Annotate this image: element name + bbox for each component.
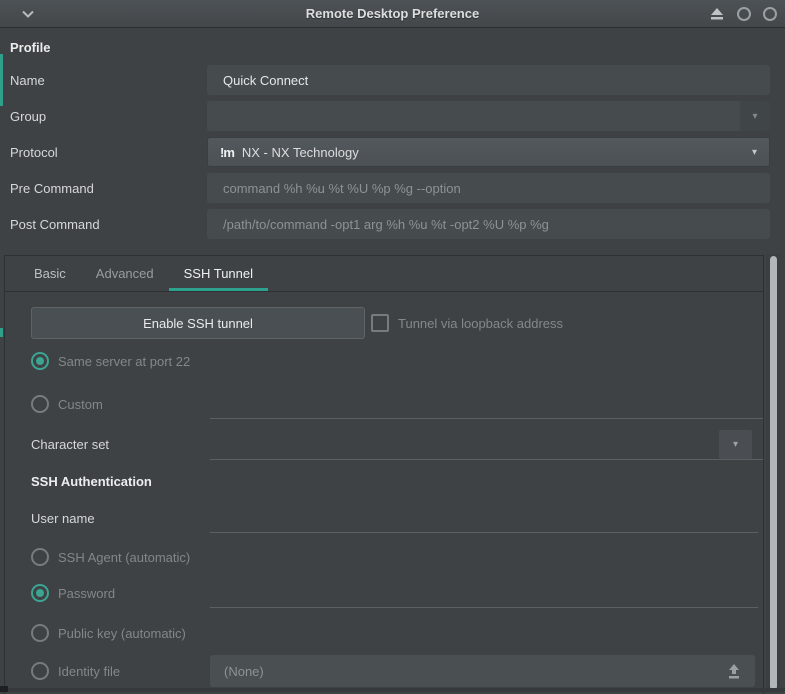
window-controls: [709, 0, 777, 28]
post-command-input[interactable]: [207, 209, 770, 239]
pre-command-row: Pre Command: [10, 173, 770, 203]
password-input[interactable]: [210, 578, 758, 608]
public-key-label: Public key (automatic): [58, 625, 186, 641]
username-row: User name: [31, 503, 763, 533]
identity-file-row: Identity file (None): [31, 655, 763, 687]
identity-file-label: Identity file: [58, 663, 121, 679]
custom-server-input[interactable]: [210, 389, 763, 419]
window-bottom-edge: [0, 688, 785, 692]
profile-heading: Profile: [10, 40, 51, 55]
protocol-label: Protocol: [10, 144, 58, 160]
nx-protocol-icon: !m: [220, 144, 235, 160]
close-button[interactable]: [763, 7, 777, 21]
tunnel-enable-row: Enable SSH tunnel Tunnel via loopback ad…: [31, 307, 763, 339]
password-label: Password: [58, 585, 116, 601]
username-input[interactable]: [210, 503, 758, 533]
custom-label: Custom: [58, 396, 103, 412]
group-label: Group: [10, 108, 47, 124]
charset-combobox[interactable]: ▾: [210, 429, 763, 460]
group-dropdown-arrow-icon[interactable]: ▾: [740, 101, 770, 131]
window-corner-speck: [0, 686, 8, 692]
identity-file-chooser[interactable]: (None): [210, 655, 755, 687]
name-input[interactable]: [207, 65, 770, 95]
ssh-auth-heading: SSH Authentication: [31, 474, 152, 489]
settings-notebook: Basic Advanced SSH Tunnel Enable SSH tun…: [4, 255, 764, 694]
shade-button[interactable]: [709, 8, 725, 20]
enable-ssh-tunnel-button[interactable]: Enable SSH tunnel: [31, 307, 365, 339]
custom-radio[interactable]: [31, 395, 49, 413]
ssh-agent-radio[interactable]: [31, 548, 49, 566]
scrollbar-thumb[interactable]: [770, 256, 777, 690]
post-command-row: Post Command: [10, 209, 770, 239]
password-row: Password: [31, 578, 763, 608]
protocol-dropdown-arrow-icon: ▾: [751, 146, 757, 158]
charset-dropdown-button[interactable]: ▾: [719, 429, 752, 459]
public-key-radio[interactable]: [31, 624, 49, 642]
window-menu-button[interactable]: [20, 6, 36, 22]
chevron-down-icon: [22, 10, 34, 18]
ssh-agent-label: SSH Agent (automatic): [58, 549, 191, 565]
charset-label: Character set: [31, 437, 110, 452]
loopback-checkbox[interactable]: [371, 314, 389, 332]
loopback-label: Tunnel via loopback address: [398, 315, 564, 331]
protocol-value: NX - NX Technology: [241, 144, 359, 160]
tab-advanced[interactable]: Advanced: [81, 256, 169, 291]
identity-file-radio[interactable]: [31, 662, 49, 680]
tab-basic[interactable]: Basic: [19, 256, 81, 291]
same-server-label: Same server at port 22: [58, 353, 191, 369]
name-label: Name: [10, 72, 45, 88]
titlebar: Remote Desktop Preference: [0, 0, 785, 28]
ssh-tunnel-page: Enable SSH tunnel Tunnel via loopback ad…: [5, 292, 763, 687]
maximize-button[interactable]: [737, 7, 751, 21]
profile-section: Profile Name Group ▾ Protocol !m NX - NX…: [0, 28, 785, 239]
custom-server-row: Custom: [31, 389, 763, 419]
pre-command-input[interactable]: [207, 173, 770, 203]
pre-command-label: Pre Command: [10, 180, 94, 196]
same-server-radio-row[interactable]: Same server at port 22: [31, 351, 763, 371]
tab-bar: Basic Advanced SSH Tunnel: [5, 256, 763, 292]
protocol-dropdown[interactable]: !m NX - NX Technology ▾: [207, 137, 770, 167]
window-title: Remote Desktop Preference: [305, 6, 480, 21]
charset-row: Character set ▾: [31, 429, 763, 460]
same-server-radio[interactable]: [31, 352, 49, 370]
group-row: Group ▾: [10, 101, 770, 131]
ssh-agent-radio-row[interactable]: SSH Agent (automatic): [31, 547, 763, 567]
identity-file-value: (None): [224, 663, 264, 679]
tab-ssh-tunnel[interactable]: SSH Tunnel: [169, 256, 268, 291]
public-key-radio-row[interactable]: Public key (automatic): [31, 623, 763, 643]
group-combobox[interactable]: ▾: [207, 101, 770, 131]
post-command-label: Post Command: [10, 216, 100, 232]
background-window-edge: [0, 328, 3, 337]
name-row: Name: [10, 65, 770, 95]
protocol-row: Protocol !m NX - NX Technology ▾: [10, 137, 770, 167]
password-radio[interactable]: [31, 584, 49, 602]
username-label: User name: [31, 510, 95, 526]
upload-icon: [729, 663, 739, 678]
background-window-edge: [0, 54, 3, 106]
loopback-checkbox-row[interactable]: Tunnel via loopback address: [371, 314, 563, 332]
